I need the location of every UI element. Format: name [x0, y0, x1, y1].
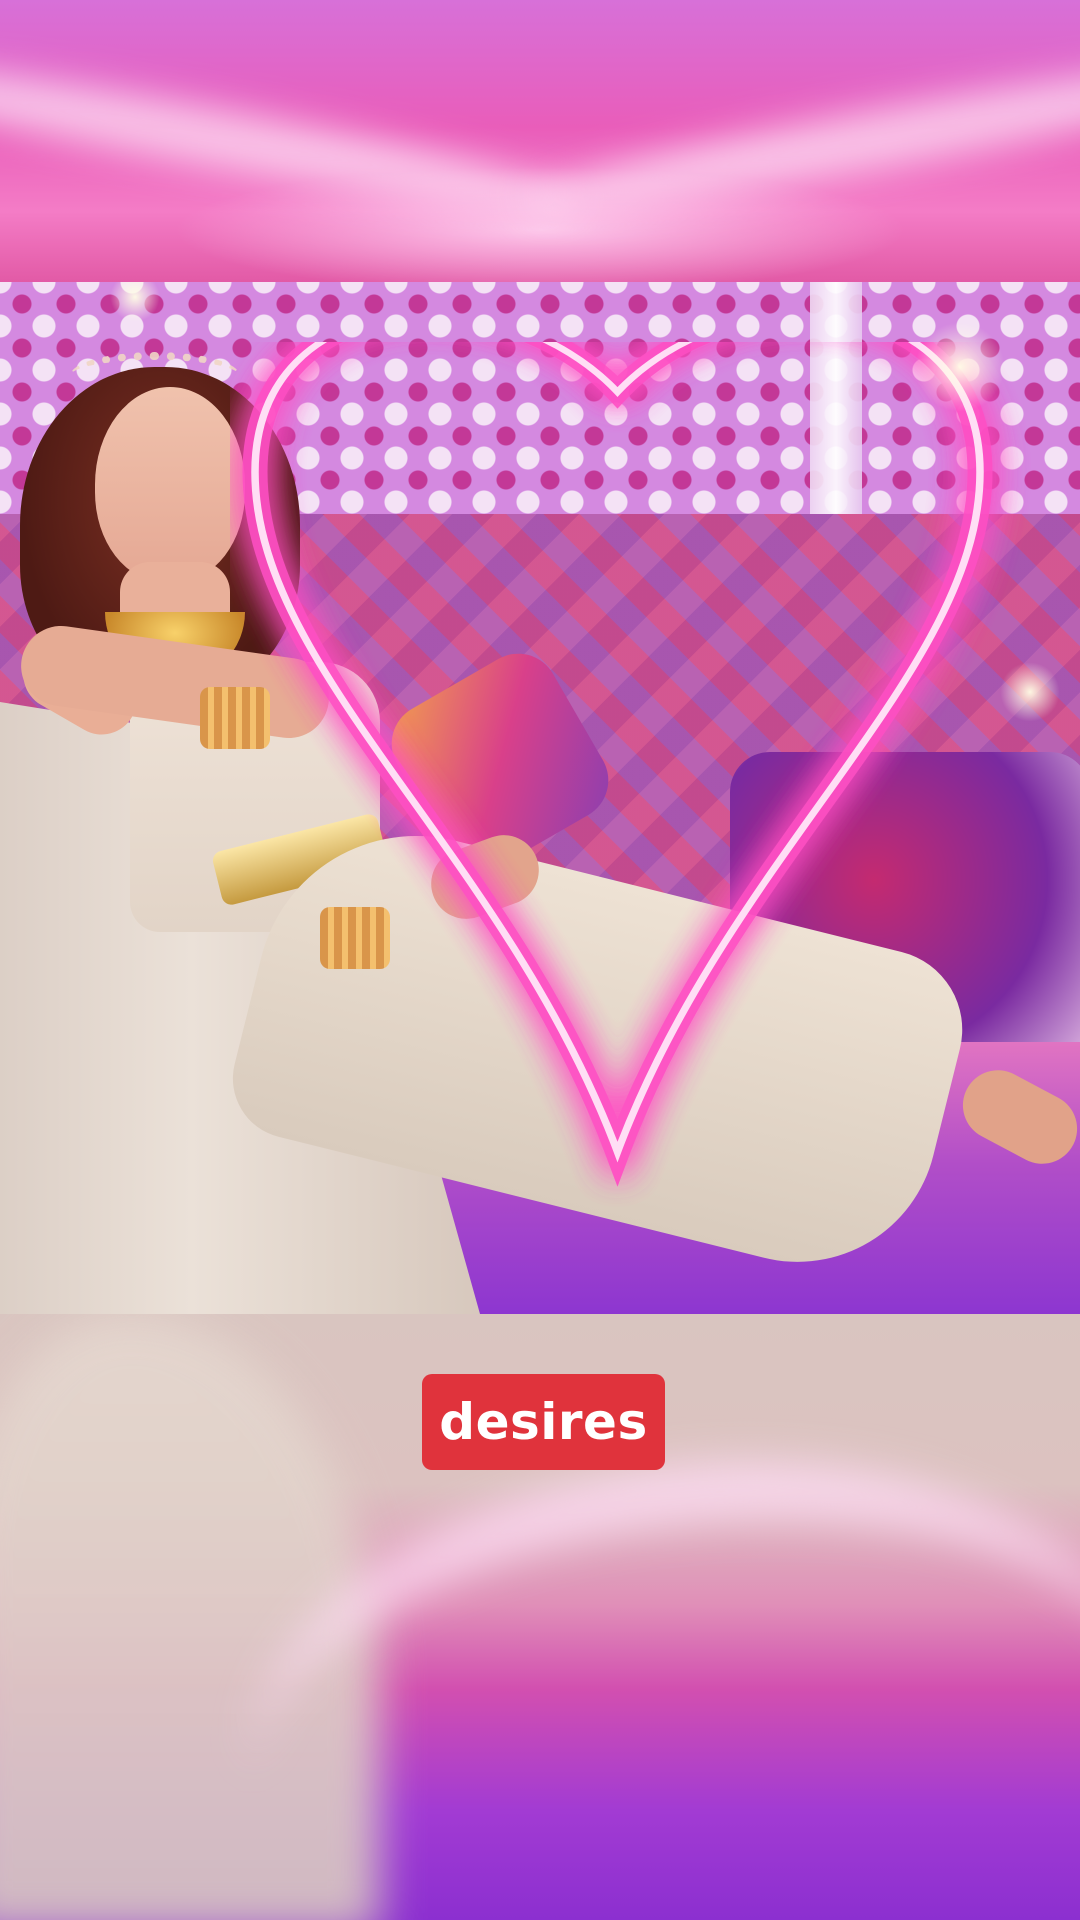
blurred-background-top	[0, 0, 1080, 282]
video-frame[interactable]	[0, 282, 1080, 1314]
sparkle	[915, 322, 1005, 412]
video-screen[interactable]: desires	[0, 0, 1080, 1920]
caption-sticker: desires	[422, 1374, 665, 1470]
neon-heart-effect	[242, 342, 993, 1187]
caption-text: desires	[439, 1393, 648, 1451]
sparkle	[1000, 662, 1060, 722]
performer-face	[95, 387, 245, 582]
